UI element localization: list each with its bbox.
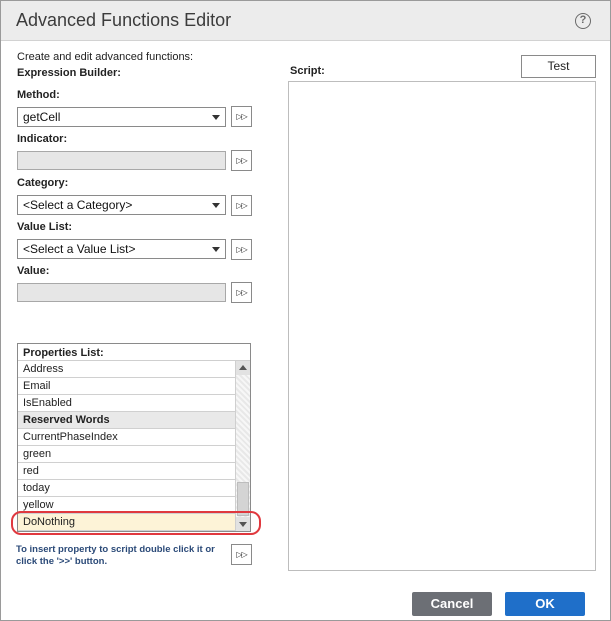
expression-builder-heading: Expression Builder: <box>17 67 121 79</box>
list-item[interactable]: green <box>18 446 235 463</box>
value-list-label: Value List: <box>17 221 73 233</box>
help-icon[interactable]: ? <box>575 13 591 29</box>
script-editor[interactable] <box>288 81 596 571</box>
chevron-down-icon <box>212 247 220 252</box>
category-label: Category: <box>17 177 69 189</box>
indicator-label: Indicator: <box>17 133 68 145</box>
indicator-field <box>17 151 226 170</box>
insert-indicator-button[interactable]: ▷▷ <box>231 150 252 171</box>
advanced-functions-dialog: Advanced Functions Editor ? Create and e… <box>0 0 611 621</box>
cancel-button[interactable]: Cancel <box>412 592 492 616</box>
scroll-up-arrow-icon[interactable] <box>236 361 250 375</box>
ok-button[interactable]: OK <box>505 592 585 616</box>
list-item[interactable]: red <box>18 463 235 480</box>
method-value: getCell <box>23 110 61 124</box>
properties-list-scrollbar[interactable] <box>235 361 250 531</box>
insert-property-button[interactable]: ▷▷ <box>231 544 252 565</box>
method-select[interactable]: getCell <box>17 107 226 127</box>
value-list-value: <Select a Value List> <box>23 242 136 256</box>
insert-hint: To insert property to script double clic… <box>16 544 215 567</box>
properties-list-header: Properties List: <box>18 344 250 361</box>
list-item[interactable]: CurrentPhaseIndex <box>18 429 235 446</box>
insert-value-button[interactable]: ▷▷ <box>231 282 252 303</box>
category-select[interactable]: <Select a Category> <box>17 195 226 215</box>
insert-value-list-button[interactable]: ▷▷ <box>231 239 252 260</box>
dialog-title: Advanced Functions Editor <box>16 10 232 30</box>
dialog-titlebar: Advanced Functions Editor ? <box>1 1 610 41</box>
list-item[interactable]: Address <box>18 361 235 378</box>
list-item[interactable]: today <box>18 480 235 497</box>
highlight-ring <box>11 511 261 535</box>
value-list-select[interactable]: <Select a Value List> <box>17 239 226 259</box>
list-section-header: Reserved Words <box>18 412 235 429</box>
intro-description: Create and edit advanced functions: <box>17 51 194 63</box>
list-item[interactable]: Email <box>18 378 235 395</box>
chevron-down-icon <box>212 115 220 120</box>
method-label: Method: <box>17 89 60 101</box>
category-value: <Select a Category> <box>23 198 133 212</box>
script-label: Script: <box>290 65 325 77</box>
test-button[interactable]: Test <box>521 55 596 78</box>
properties-list: Properties List: Address Email IsEnabled Re… <box>17 343 251 532</box>
value-label: Value: <box>17 265 50 277</box>
value-field <box>17 283 226 302</box>
insert-category-button[interactable]: ▷▷ <box>231 195 252 216</box>
insert-method-button[interactable]: ▷▷ <box>231 106 252 127</box>
list-item[interactable]: IsEnabled <box>18 395 235 412</box>
chevron-down-icon <box>212 203 220 208</box>
